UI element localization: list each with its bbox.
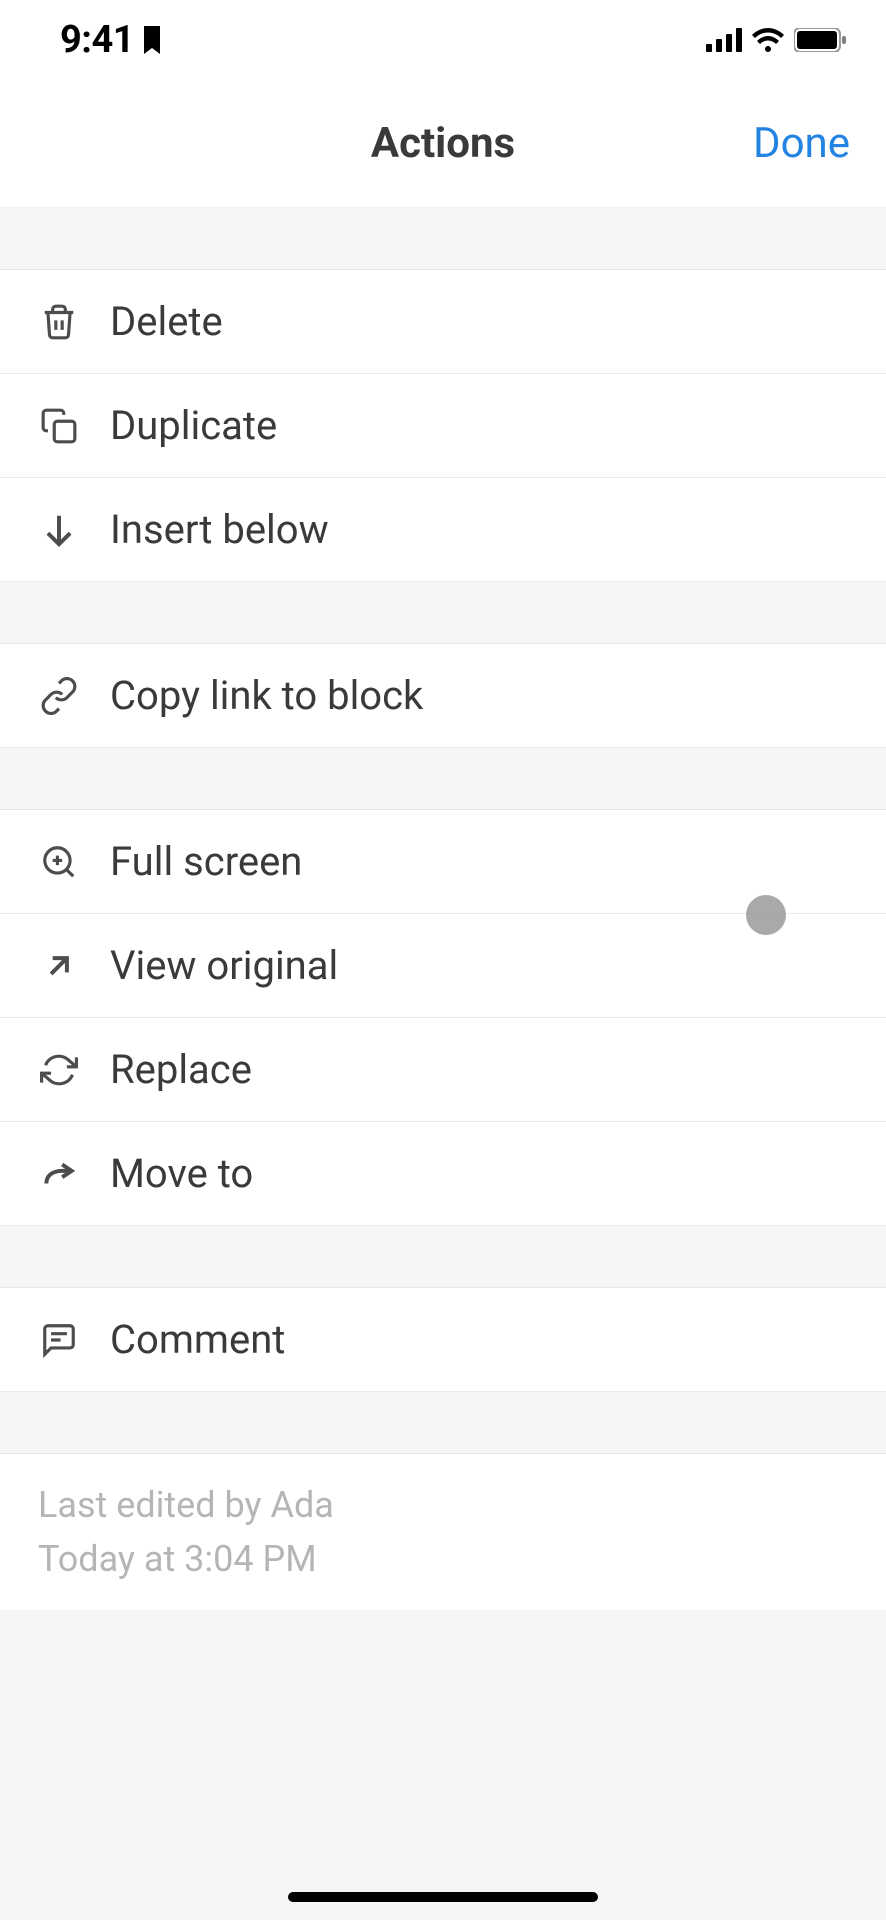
action-label: Full screen <box>110 838 302 885</box>
action-label: Duplicate <box>110 402 277 449</box>
duplicate-action[interactable]: Duplicate <box>0 374 886 478</box>
home-indicator[interactable] <box>288 1892 598 1902</box>
touch-indicator <box>746 895 786 935</box>
status-bar: 9:41 <box>0 0 886 80</box>
copy-icon <box>40 407 78 445</box>
section-gap <box>0 582 886 644</box>
action-label: Delete <box>110 298 223 345</box>
last-edited-by: Last edited by Ada <box>38 1478 848 1532</box>
page-title: Actions <box>371 119 515 168</box>
replace-action[interactable]: Replace <box>0 1018 886 1122</box>
status-left: 9:41 <box>60 18 162 62</box>
comment-icon <box>40 1321 78 1359</box>
move-to-action[interactable]: Move to <box>0 1122 886 1226</box>
section-gap <box>0 208 886 270</box>
action-label: Copy link to block <box>110 672 423 719</box>
status-right <box>706 28 846 52</box>
link-icon <box>40 677 78 715</box>
arrow-up-right-icon <box>40 947 78 985</box>
copy-link-action[interactable]: Copy link to block <box>0 644 886 748</box>
bookmark-icon <box>142 26 162 54</box>
meta-section: Last edited by Ada Today at 3:04 PM <box>0 1454 886 1611</box>
trash-icon <box>40 303 78 341</box>
action-label: View original <box>110 942 338 989</box>
delete-action[interactable]: Delete <box>0 270 886 374</box>
wifi-icon <box>752 28 784 52</box>
insert-below-action[interactable]: Insert below <box>0 478 886 582</box>
section-gap <box>0 1392 886 1454</box>
nav-bar: Actions Done <box>0 80 886 208</box>
battery-icon <box>794 28 846 52</box>
comment-action[interactable]: Comment <box>0 1288 886 1392</box>
zoom-in-icon <box>40 843 78 881</box>
done-button[interactable]: Done <box>753 119 850 168</box>
action-label: Move to <box>110 1150 253 1197</box>
action-label: Comment <box>110 1316 285 1363</box>
refresh-icon <box>40 1051 78 1089</box>
arrow-down-icon <box>40 511 78 549</box>
section-gap <box>0 1226 886 1288</box>
action-label: Replace <box>110 1046 252 1093</box>
status-time: 9:41 <box>60 18 134 62</box>
arrow-turn-right-icon <box>40 1155 78 1193</box>
signal-icon <box>706 28 742 52</box>
action-label: Insert below <box>110 506 329 553</box>
section-gap <box>0 748 886 810</box>
last-edited-at: Today at 3:04 PM <box>38 1532 848 1586</box>
